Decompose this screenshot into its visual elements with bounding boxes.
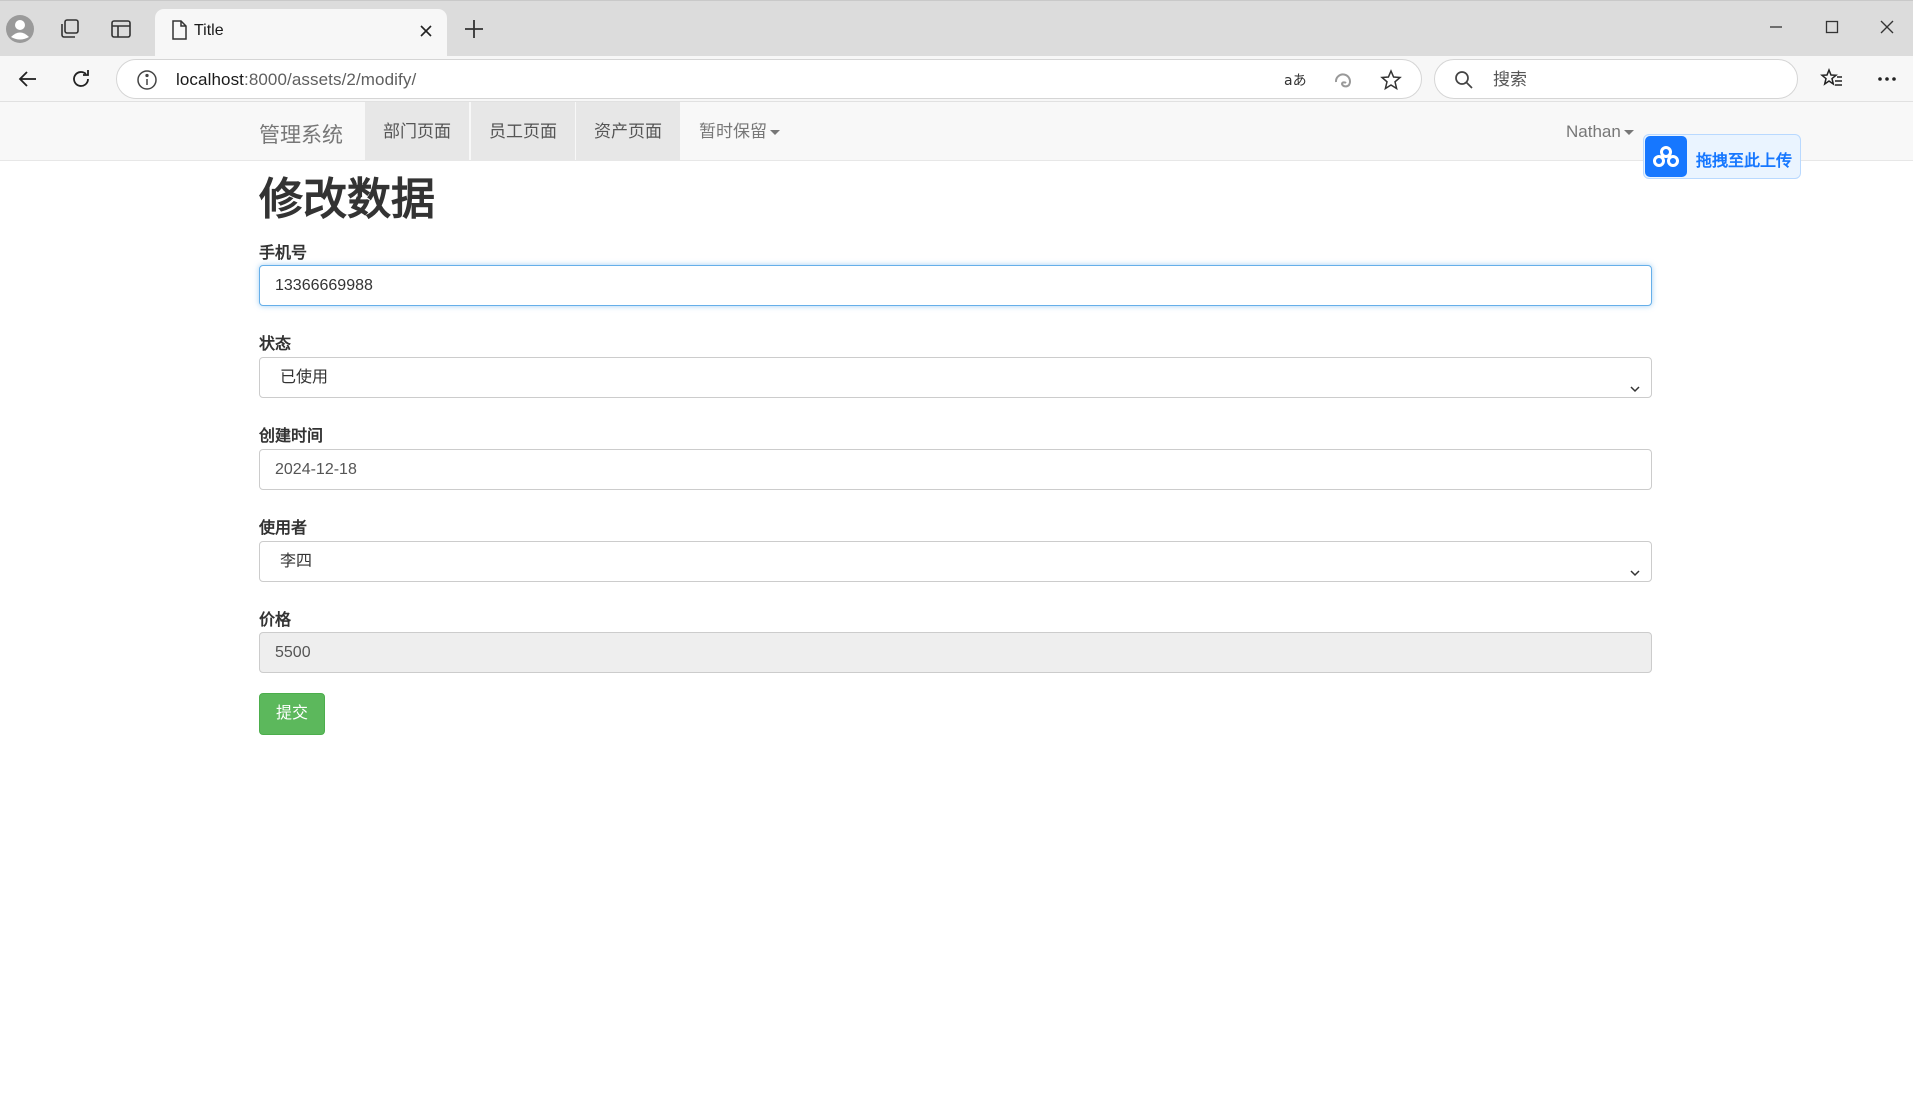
navbar-brand[interactable]: 管理系统: [259, 119, 343, 149]
caret-down-icon: [1623, 130, 1634, 136]
address-bar[interactable]: localhost:8000/assets/2/modify/ aあ: [116, 59, 1422, 99]
url-text: localhost:8000/assets/2/modify/: [176, 70, 416, 90]
maximize-icon[interactable]: [1804, 9, 1860, 45]
user-dropdown[interactable]: Nathan: [1566, 102, 1634, 161]
chevron-down-icon: [1629, 371, 1641, 410]
web-page: 管理系统 部门页面 员工页面 资产页面 暂时保留 Nathan 拖拽至此上传 修…: [0, 102, 1913, 1118]
search-box[interactable]: [1434, 59, 1798, 99]
read-aloud-icon[interactable]: aあ: [1281, 66, 1309, 94]
refresh-icon[interactable]: [63, 61, 99, 97]
chevron-down-icon: [1629, 555, 1641, 594]
minimize-icon[interactable]: [1748, 9, 1804, 45]
phone-label: 手机号: [259, 245, 308, 262]
site-info-icon[interactable]: [136, 69, 158, 96]
created-time-input[interactable]: [259, 449, 1652, 490]
status-selected-value: 已使用: [280, 369, 329, 386]
navbar: 管理系统 部门页面 员工页面 资产页面 暂时保留 Nathan: [0, 102, 1913, 161]
search-input[interactable]: [1493, 68, 1783, 92]
upload-label: 拖拽至此上传: [1696, 153, 1793, 170]
user-label: 使用者: [259, 520, 308, 537]
phone-input[interactable]: [259, 265, 1652, 306]
favorite-star-icon[interactable]: [1377, 66, 1405, 94]
upload-drop-widget[interactable]: 拖拽至此上传: [1643, 134, 1801, 179]
close-tab-icon[interactable]: [415, 20, 437, 47]
tab-actions-icon[interactable]: [103, 11, 139, 47]
user-name: Nathan: [1566, 122, 1621, 141]
new-tab-icon[interactable]: [456, 11, 492, 47]
svg-text:aあ: aあ: [1284, 73, 1307, 89]
browser-tab-bar: Title: [0, 0, 1913, 57]
tab-title: Title: [194, 22, 224, 39]
nav-dropdown-label: 暂时保留: [699, 122, 767, 141]
back-icon[interactable]: [10, 61, 46, 97]
nav-item-assets[interactable]: 资产页面: [576, 102, 680, 161]
user-select[interactable]: 李四: [259, 541, 1652, 582]
document-icon: [171, 20, 187, 45]
favorites-icon[interactable]: [1814, 61, 1850, 97]
search-icon: [1454, 70, 1474, 95]
edge-icon[interactable]: [1329, 66, 1357, 94]
browser-tab[interactable]: Title: [155, 9, 447, 57]
price-label: 价格: [259, 612, 292, 629]
status-select[interactable]: 已使用: [259, 357, 1652, 398]
submit-button[interactable]: 提交: [259, 693, 325, 735]
browser-toolbar: localhost:8000/assets/2/modify/ aあ: [0, 56, 1913, 102]
caret-down-icon: [770, 130, 780, 136]
collections-icon[interactable]: [52, 11, 88, 47]
created-time-label: 创建时间: [259, 428, 324, 445]
window-close-icon[interactable]: [1859, 9, 1913, 45]
url-path: :8000/assets/2/modify/: [244, 70, 417, 89]
nav-dropdown-reserved[interactable]: 暂时保留: [681, 102, 798, 161]
nav-item-departments[interactable]: 部门页面: [365, 102, 469, 161]
user-selected-value: 李四: [280, 553, 313, 570]
url-host: localhost: [176, 70, 244, 89]
status-label: 状态: [259, 336, 292, 353]
more-menu-icon[interactable]: [1869, 61, 1905, 97]
nav-item-employees[interactable]: 员工页面: [471, 102, 575, 161]
price-input: [259, 632, 1652, 673]
page-title: 修改数据: [259, 175, 435, 224]
cloud-upload-icon: [1645, 136, 1687, 177]
profile-icon[interactable]: [2, 11, 38, 47]
